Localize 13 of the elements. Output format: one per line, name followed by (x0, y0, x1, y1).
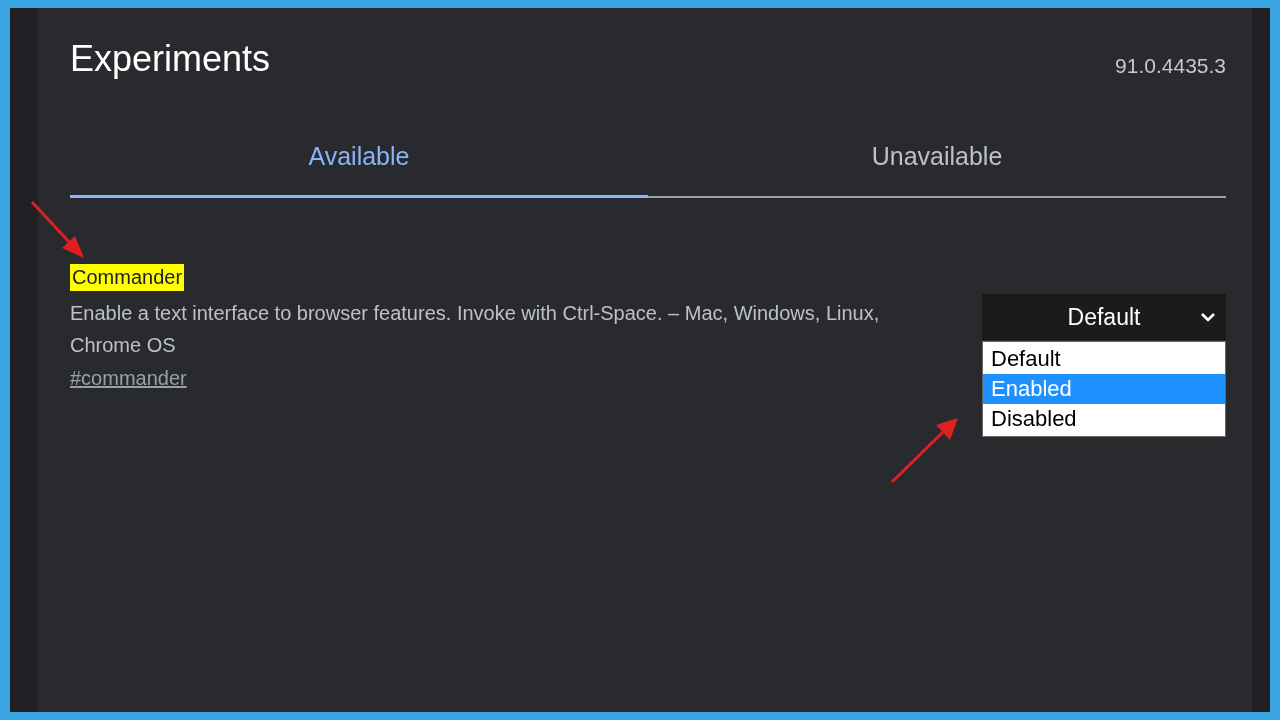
dropdown-option[interactable]: Default (983, 344, 1225, 374)
experiment-link[interactable]: #commander (70, 367, 187, 390)
annotation-arrow (30, 200, 84, 258)
page-title: Experiments (70, 38, 271, 80)
annotation-arrow (890, 418, 958, 484)
tab[interactable]: Available (70, 128, 648, 198)
tab[interactable]: Unavailable (648, 128, 1226, 198)
dropdown-option[interactable]: Disabled (983, 404, 1225, 434)
experiment-description: Enable a text interface to browser features. Invoke with Ctrl-Space. – Mac, Windows, Linux, Chrome OS (70, 301, 881, 358)
chevron-icon (1200, 311, 1216, 323)
version-label: 91.0.4435.3 (1115, 54, 1226, 79)
select-dropdown[interactable]: Default (982, 294, 1226, 340)
experiment-name: Commander (70, 264, 185, 291)
